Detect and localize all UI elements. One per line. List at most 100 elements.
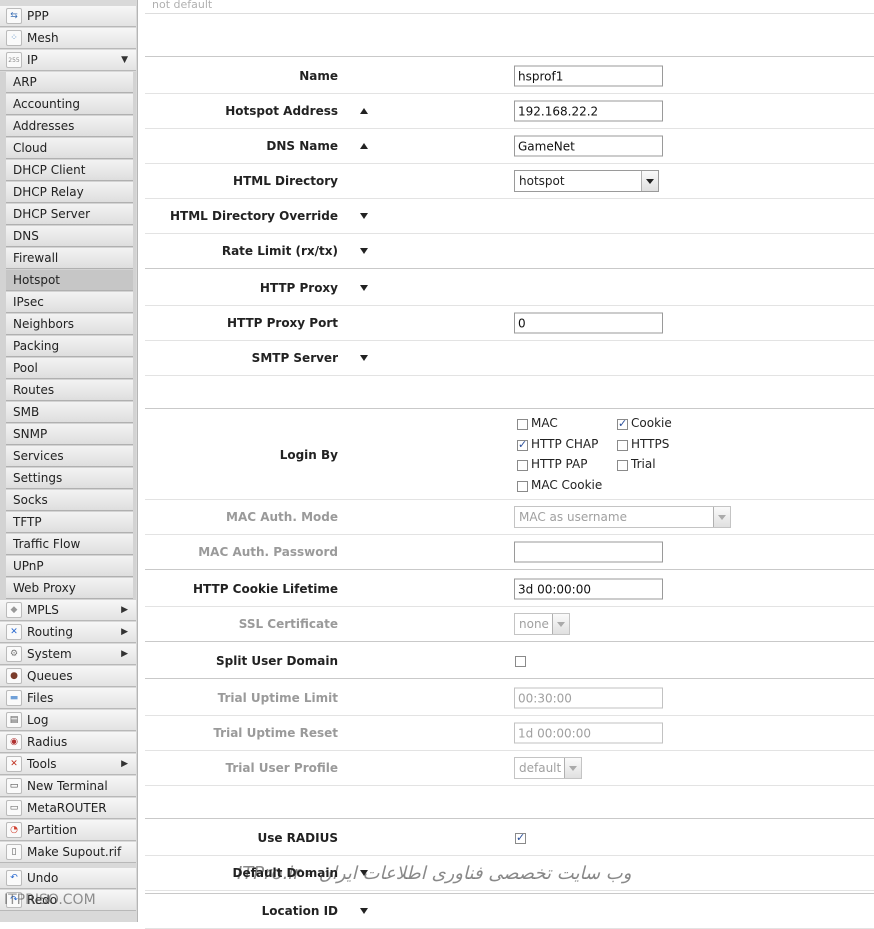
hotspot-address-input[interactable] xyxy=(514,100,663,122)
expand-arrow-icon[interactable] xyxy=(360,285,368,291)
sidebar-item-label: Files xyxy=(27,691,54,705)
ip-submenu-item-dhcp-relay[interactable]: DHCP Relay xyxy=(6,182,133,203)
sidebar-item-system[interactable]: ⚙ System ▶ xyxy=(0,644,136,665)
ip-submenu-item-traffic-flow[interactable]: Traffic Flow xyxy=(6,534,133,555)
ip-submenu-item-dhcp-client[interactable]: DHCP Client xyxy=(6,160,133,181)
html-directory-select[interactable]: hotspot xyxy=(514,170,659,192)
expand-arrow-icon[interactable] xyxy=(360,355,368,361)
sidebar-item-new-terminal[interactable]: ▭ New Terminal xyxy=(0,776,136,797)
routing-icon: ✕ xyxy=(6,624,22,640)
ssl-certificate-select[interactable]: none xyxy=(514,613,570,635)
login-cookie-checkbox[interactable] xyxy=(617,417,628,430)
ip-submenu-item-arp[interactable]: ARP xyxy=(6,72,133,93)
ip-submenu-item-packing[interactable]: Packing xyxy=(6,336,133,357)
sidebar-item-files[interactable]: ▬ Files xyxy=(0,688,136,709)
http-proxy-port-row: HTTP Proxy Port xyxy=(145,306,874,341)
chevron-down-icon[interactable] xyxy=(641,171,658,191)
top-hint: not default xyxy=(152,0,213,11)
chevron-down-icon[interactable] xyxy=(713,507,730,527)
ip-submenu-item-settings[interactable]: Settings xyxy=(6,468,133,489)
trial-uptime-limit-row: Trial Uptime Limit xyxy=(145,681,874,716)
sidebar-item-radius[interactable]: ◉ Radius xyxy=(0,732,136,753)
login-https-checkbox[interactable] xyxy=(617,440,628,451)
mac-auth-mode-select[interactable]: MAC as username xyxy=(514,506,731,528)
login-trial-checkbox[interactable] xyxy=(617,460,628,471)
ip-submenu-item-neighbors[interactable]: Neighbors xyxy=(6,314,133,335)
sidebar-item-metarouter[interactable]: ▭ MetaROUTER xyxy=(0,798,136,819)
chevron-right-icon: ▶ xyxy=(121,627,128,637)
ip-submenu-item-web-proxy[interactable]: Web Proxy xyxy=(6,578,133,599)
ip-submenu-label: DNS xyxy=(13,229,39,243)
sidebar-item-tools[interactable]: ✕ Tools ▶ xyxy=(0,754,136,775)
ip-submenu-item-hotspot[interactable]: Hotspot xyxy=(6,270,133,291)
ip-submenu-item-pool[interactable]: Pool xyxy=(6,358,133,379)
expand-arrow-icon[interactable] xyxy=(360,213,368,219)
chevron-down-icon[interactable] xyxy=(564,758,581,778)
ip-submenu-item-cloud[interactable]: Cloud xyxy=(6,138,133,159)
ip-submenu-item-ipsec[interactable]: IPsec xyxy=(6,292,133,313)
login-http-pap-checkbox[interactable] xyxy=(517,460,528,471)
ip-submenu-item-snmp[interactable]: SNMP xyxy=(6,424,133,445)
html-directory-row: HTML Directory hotspot xyxy=(145,164,874,199)
trial-uptime-limit-input[interactable] xyxy=(514,687,663,709)
ip-submenu-item-smb[interactable]: SMB xyxy=(6,402,133,423)
http-proxy-port-input[interactable] xyxy=(514,312,663,334)
radius-icon: ◉ xyxy=(6,734,22,750)
name-label: Name xyxy=(299,69,338,83)
use-radius-label: Use RADIUS xyxy=(257,831,338,845)
split-user-domain-checkbox[interactable] xyxy=(515,656,526,667)
sidebar-item-mpls[interactable]: ◆ MPLS ▶ xyxy=(0,600,136,621)
rate-limit-label: Rate Limit (rx/tx) xyxy=(221,244,338,258)
sidebar-item-ppp[interactable]: ⇆ PPP xyxy=(0,6,136,27)
ssl-certificate-value: none xyxy=(519,617,549,631)
section-spacer xyxy=(145,21,874,57)
ip-submenu-label: Packing xyxy=(13,339,60,353)
ip-submenu-item-dns[interactable]: DNS xyxy=(6,226,133,247)
sidebar-item-label: Queues xyxy=(27,669,73,683)
ip-submenu-item-addresses[interactable]: Addresses xyxy=(6,116,133,137)
ip-submenu-item-services[interactable]: Services xyxy=(6,446,133,467)
name-input[interactable] xyxy=(514,65,663,87)
ip-submenu-item-tftp[interactable]: TFTP xyxy=(6,512,133,533)
trial-uptime-reset-input[interactable] xyxy=(514,722,663,744)
chevron-right-icon: ▶ xyxy=(121,605,128,615)
ip-submenu-item-socks[interactable]: Socks xyxy=(6,490,133,511)
ip-submenu-item-firewall[interactable]: Firewall xyxy=(6,248,133,269)
collapse-arrow-icon[interactable] xyxy=(360,143,368,149)
ip-submenu-label: Cloud xyxy=(13,141,48,155)
dns-name-input[interactable] xyxy=(514,135,663,157)
http-proxy-port-label: HTTP Proxy Port xyxy=(226,316,338,330)
login-mac-label: MAC xyxy=(531,416,558,430)
ip-submenu-item-routes[interactable]: Routes xyxy=(6,380,133,401)
trial-user-profile-select[interactable]: default xyxy=(514,757,582,779)
sidebar-item-queues[interactable]: ● Queues xyxy=(0,666,136,687)
sidebar-item-label: Log xyxy=(27,713,49,727)
expand-arrow-icon[interactable] xyxy=(360,908,368,914)
login-http-chap-checkbox[interactable] xyxy=(517,438,528,451)
dns-name-row: DNS Name xyxy=(145,129,874,164)
sidebar-item-log[interactable]: ▤ Log xyxy=(0,710,136,731)
ip-submenu-label: IPsec xyxy=(13,295,44,309)
ip-submenu-item-accounting[interactable]: Accounting xyxy=(6,94,133,115)
ip-submenu-item-upnp[interactable]: UPnP xyxy=(6,556,133,577)
partition-icon: ◔ xyxy=(6,822,22,838)
http-cookie-lifetime-input[interactable] xyxy=(514,578,663,600)
ip-submenu-label: Settings xyxy=(13,471,63,485)
login-mac-cookie-checkbox[interactable] xyxy=(517,481,528,492)
sidebar-item-undo[interactable]: ↶ Undo xyxy=(0,868,136,889)
use-radius-checkbox[interactable] xyxy=(515,831,526,844)
collapse-arrow-icon[interactable] xyxy=(360,108,368,114)
sidebar-item-mesh[interactable]: ⁘ Mesh xyxy=(0,28,136,49)
sidebar-item-make-supout-rif[interactable]: ▯ Make Supout.rif xyxy=(0,842,136,863)
sidebar-item-routing[interactable]: ✕ Routing ▶ xyxy=(0,622,136,643)
sidebar-item-ip[interactable]: 255 IP ▼ xyxy=(0,50,136,71)
mac-auth-password-input[interactable] xyxy=(514,541,663,563)
trial-user-profile-label: Trial User Profile xyxy=(225,761,338,775)
expand-arrow-icon[interactable] xyxy=(360,248,368,254)
ip-submenu-item-dhcp-server[interactable]: DHCP Server xyxy=(6,204,133,225)
html-directory-label: HTML Directory xyxy=(233,174,338,188)
login-http-pap-label: HTTP PAP xyxy=(531,457,588,471)
sidebar-item-partition[interactable]: ◔ Partition xyxy=(0,820,136,841)
chevron-down-icon[interactable] xyxy=(552,614,569,634)
login-mac-checkbox[interactable] xyxy=(517,419,528,430)
